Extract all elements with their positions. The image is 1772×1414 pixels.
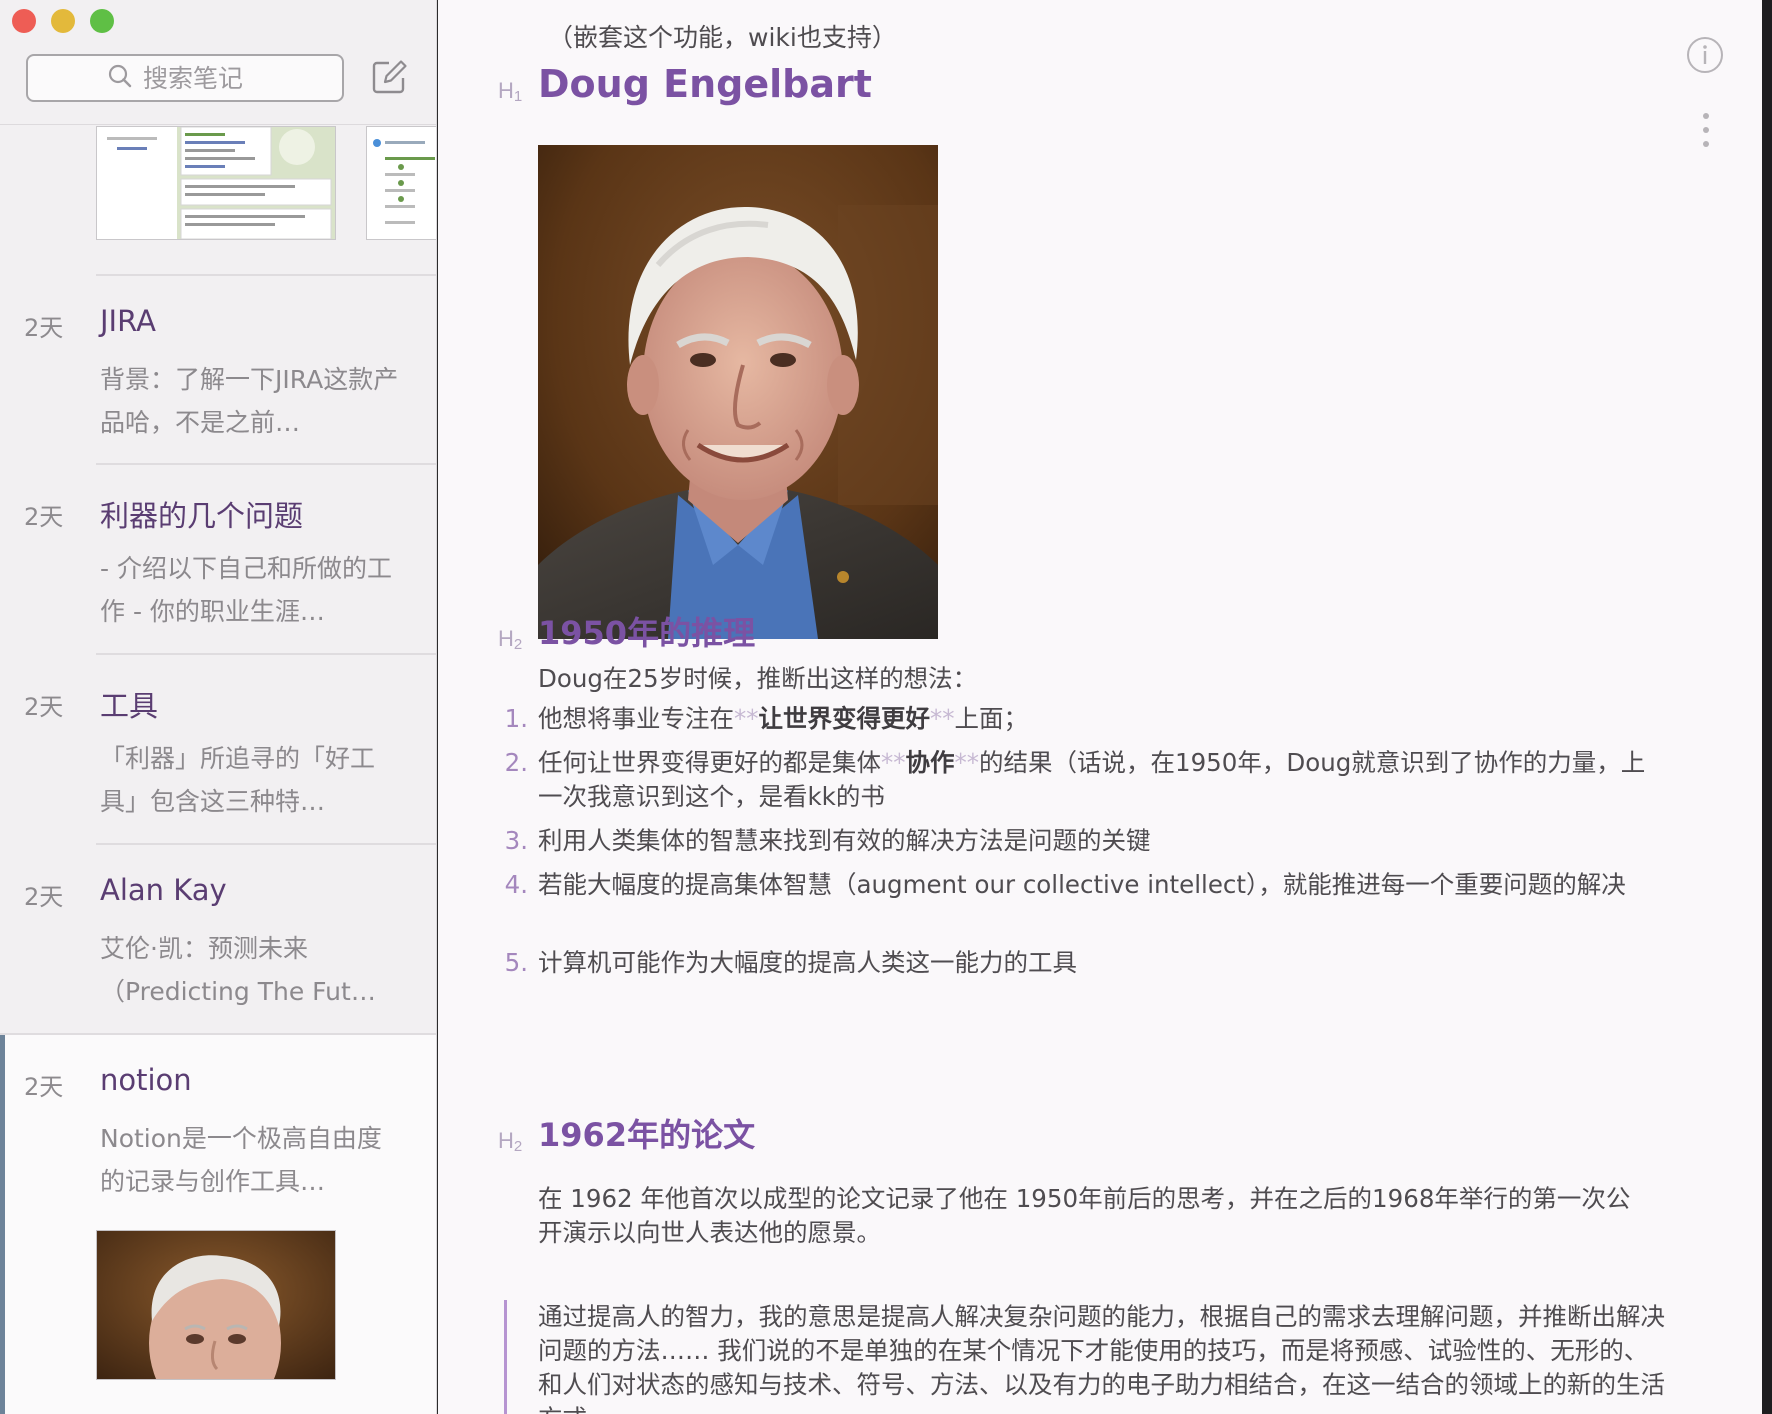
note-title: 工具 xyxy=(100,689,159,723)
note-list-item[interactable]: 2天 工具 「利器」所追寻的「好工具」包含这三种特… xyxy=(0,655,436,843)
note-snippet: 「利器」所追寻的「好工具」包含这三种特… xyxy=(100,744,376,816)
heading-level-marker: H2 xyxy=(498,626,523,653)
note-image-thumbnail[interactable] xyxy=(96,1230,336,1380)
window-controls xyxy=(12,9,114,33)
note-title: 利器的几个问题 xyxy=(100,499,304,533)
note-list-item[interactable]: 2天 利器的几个问题 - 介绍以下自己和所做的工作 - 你的职业生涯… xyxy=(0,465,436,653)
divider xyxy=(0,124,436,125)
heading-1: Doug Engelbart xyxy=(538,62,872,106)
search-field[interactable] xyxy=(26,54,344,102)
zoom-window-button[interactable] xyxy=(90,9,114,33)
list-item-text: 若能大幅度的提高集体智慧（augment our collective inte… xyxy=(538,870,1626,899)
list-number: 5. xyxy=(504,948,528,977)
heading-2: 1950年的推理 xyxy=(538,614,756,652)
list-number: 1. xyxy=(504,704,528,733)
new-note-button[interactable] xyxy=(368,58,410,100)
note-list-item[interactable]: 2天 JIRA 背景：了解一下JIRA这款产品哈，不是之前… xyxy=(0,276,436,464)
compose-icon xyxy=(369,57,409,102)
note-snippet: 艾伦·凯：预测未来（Predicting The Fut… xyxy=(100,934,376,1006)
note-title: notion xyxy=(100,1063,192,1097)
heading-2: 1962年的论文 xyxy=(538,1116,756,1154)
list-item-text: 任何让世界变得更好的都是集体**协作**的结果（话说，在1950年，Doug就意… xyxy=(538,748,1646,811)
chat-screenshot-thumbnail[interactable] xyxy=(96,126,336,240)
list-item-text: 计算机可能作为大幅度的提高人类这一能力的工具 xyxy=(538,948,1077,977)
search-input[interactable] xyxy=(143,63,263,93)
list-item-text: 他想将事业专注在**让世界变得更好**上面； xyxy=(538,704,1028,733)
note-snippet: 背景：了解一下JIRA这款产品哈，不是之前… xyxy=(100,365,399,437)
minimize-window-button[interactable] xyxy=(51,9,75,33)
list-item-text: 利用人类集体的智慧来找到有效的解决方法是问题的关键 xyxy=(538,826,1151,855)
info-icon[interactable] xyxy=(1686,36,1724,74)
note-title: Alan Kay xyxy=(100,873,227,907)
blockquote-bar xyxy=(504,1300,507,1414)
paragraph: Doug在25岁时候，推断出这样的想法： xyxy=(538,664,978,693)
note-attachment-thumbnails[interactable] xyxy=(96,126,436,240)
list-number: 3. xyxy=(504,826,528,855)
note-list-item[interactable]: 2天 Alan Kay 艾伦·凯：预测未来（Predicting The Fut… xyxy=(0,845,436,1033)
blockquote-text: 通过提高人的智力，我的意思是提高人解决复杂问题的能力，根据自己的需求去理解问题，… xyxy=(538,1302,1665,1414)
note-age: 2天 xyxy=(24,883,64,911)
text-line: （嵌套这个功能，wiki也支持） xyxy=(548,23,897,52)
note-editor[interactable]: （嵌套这个功能，wiki也支持） H1 Doug Engelbart H2 19… xyxy=(438,0,1762,1414)
close-window-button[interactable] xyxy=(12,9,36,33)
heading-level-marker: H2 xyxy=(498,1128,523,1155)
notes-sidebar: 2天 JIRA 背景：了解一下JIRA这款产品哈，不是之前… 2天 利器的几个问… xyxy=(0,0,437,1414)
note-age: 2天 xyxy=(24,693,64,721)
note-age: 2天 xyxy=(24,314,64,342)
list-number: 4. xyxy=(504,870,528,899)
list-number: 2. xyxy=(504,748,528,777)
heading-level-marker: H1 xyxy=(498,78,523,105)
note-snippet: - 介绍以下自己和所做的工作 - 你的职业生涯… xyxy=(100,554,392,626)
more-options-icon[interactable] xyxy=(1702,112,1710,148)
paragraph: 在 1962 年他首次以成型的论文记录了他在 1950年前后的思考，并在之后的1… xyxy=(538,1184,1631,1247)
background-window-edge xyxy=(1762,0,1772,1414)
note-age: 2天 xyxy=(24,503,64,531)
embedded-portrait-image[interactable] xyxy=(538,145,938,639)
note-age: 2天 xyxy=(24,1073,64,1101)
app-screenshot-thumbnail[interactable] xyxy=(366,126,436,240)
note-title: JIRA xyxy=(100,304,156,338)
search-icon xyxy=(107,63,133,94)
note-snippet: Notion是一个极高自由度的记录与创作工具… xyxy=(100,1124,382,1196)
